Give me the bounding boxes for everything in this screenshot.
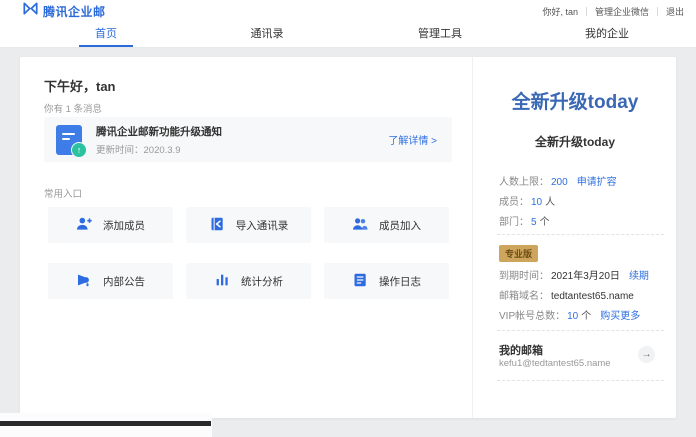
content-card: 下午好，tan 你有 1 条消息 ↑ 腾讯企业邮新功能升级通知 更新时间：202…	[20, 57, 676, 418]
member-limit-value: 200	[551, 177, 568, 188]
quick-entry-label: 成员加入	[379, 218, 421, 233]
notification-texts: 腾讯企业邮新功能升级通知 更新时间：2020.3.9	[96, 124, 222, 156]
member-count-unit: 人	[545, 197, 555, 208]
app-title: 腾讯企业邮	[43, 3, 106, 20]
add-member-button[interactable]: 添加成员	[48, 207, 173, 243]
quick-entry-label: 统计分析	[241, 274, 283, 289]
expire-row: 到期时间：2021年3月20日续期	[499, 267, 649, 282]
department-count-value: 5	[531, 217, 537, 228]
quick-entry-label: 操作日志	[379, 274, 421, 289]
company-sidebar: 全新升级today 全新升级today 人数上限：200申请扩容 成员：10人 …	[472, 57, 676, 418]
app-logo[interactable]: 腾讯企业邮	[23, 0, 106, 22]
import-contacts-icon	[209, 216, 225, 235]
divider	[497, 330, 664, 331]
tab-home[interactable]: 首页	[95, 22, 117, 47]
main-nav: 首页 通讯录 管理工具 我的企业	[0, 22, 696, 48]
quick-entry-label: 导入通讯录	[236, 218, 289, 233]
quick-entry-label: 添加成员	[103, 218, 145, 233]
divider	[497, 234, 664, 235]
upgrade-banner[interactable]: 全新升级today	[473, 87, 677, 114]
vip-count-row: VIP帐号总数：10个购买更多	[499, 307, 640, 322]
notification-title: 腾讯企业邮新功能升级通知	[96, 124, 222, 139]
user-greeting: 你好, tan	[542, 5, 578, 18]
go-to-mailbox-button[interactable]: →	[638, 346, 655, 363]
page: 腾讯企业邮 你好, tan 管理企业微信 退出 首页 通讯录 管理工具 我的企业…	[0, 0, 696, 437]
operation-log-icon	[352, 272, 368, 291]
upgrade-notice-icon: ↑	[56, 125, 82, 155]
internal-announcement-button[interactable]: 内部公告	[48, 263, 173, 299]
vip-count-unit: 个	[581, 311, 591, 322]
domain-value: tedtantest65.name	[551, 291, 634, 302]
expire-date: 2021年3月20日	[551, 271, 620, 282]
tab-admin-tools[interactable]: 管理工具	[418, 22, 462, 47]
manage-wechat-link[interactable]: 管理企业微信	[595, 5, 649, 18]
buy-more-link[interactable]: 购买更多	[600, 311, 640, 322]
announcement-icon	[76, 272, 92, 291]
renew-link[interactable]: 续期	[629, 271, 649, 282]
member-count-label: 成员：	[499, 197, 529, 208]
stats-chart-icon	[214, 272, 230, 291]
import-contacts-button[interactable]: 导入通讯录	[186, 207, 311, 243]
notification-card[interactable]: ↑ 腾讯企业邮新功能升级通知 更新时间：2020.3.9 了解详情 >	[44, 117, 452, 162]
arrow-up-icon: ↑	[71, 142, 87, 158]
quick-entry-title: 常用入口	[44, 186, 82, 200]
operation-log-button[interactable]: 操作日志	[324, 263, 449, 299]
member-count-value: 10	[531, 197, 542, 208]
plan-badge: 专业版	[499, 245, 538, 262]
top-links: 你好, tan 管理企业微信 退出	[542, 0, 684, 22]
main-section: 下午好，tan 你有 1 条消息 ↑ 腾讯企业邮新功能升级通知 更新时间：202…	[20, 57, 472, 418]
vip-count-value: 10	[567, 311, 578, 322]
my-mailbox-address: kefu1@tedtantest65.name	[499, 358, 611, 369]
member-join-button[interactable]: 成员加入	[324, 207, 449, 243]
learn-more-link[interactable]: 了解详情 >	[388, 132, 437, 147]
statistics-button[interactable]: 统计分析	[186, 263, 311, 299]
department-count-unit: 个	[540, 217, 550, 228]
page-greeting: 下午好，tan	[44, 76, 116, 95]
members-join-icon	[352, 216, 368, 235]
background-window-bar	[0, 421, 211, 426]
department-count-row: 部门：5个	[499, 213, 550, 228]
domain-label: 邮箱域名：	[499, 291, 549, 302]
notification-updated: 更新时间：2020.3.9	[96, 142, 222, 156]
divider	[497, 380, 664, 381]
exmail-logo-icon	[23, 2, 38, 20]
member-limit-label: 人数上限：	[499, 177, 549, 188]
upgrade-banner-subtitle: 全新升级today	[473, 133, 677, 150]
divider	[657, 7, 658, 16]
member-count-row: 成员：10人	[499, 193, 555, 208]
tab-contacts[interactable]: 通讯录	[251, 22, 284, 47]
top-bar: 腾讯企业邮 你好, tan 管理企业微信 退出	[0, 0, 696, 22]
expand-capacity-link[interactable]: 申请扩容	[577, 177, 617, 188]
expire-label: 到期时间：	[499, 271, 549, 282]
member-limit-row: 人数上限：200 申请扩容	[499, 173, 617, 188]
message-count: 你有 1 条消息	[44, 101, 102, 115]
vip-count-label: VIP帐号总数：	[499, 311, 565, 322]
domain-row: 邮箱域名：tedtantest65.name	[499, 287, 634, 302]
tab-my-company[interactable]: 我的企业	[585, 22, 629, 47]
department-count-label: 部门：	[499, 217, 529, 228]
person-add-icon	[76, 216, 92, 235]
logout-link[interactable]: 退出	[666, 5, 684, 18]
my-mailbox-title: 我的邮箱	[499, 342, 543, 358]
quick-entry-label: 内部公告	[103, 274, 145, 289]
divider	[586, 7, 587, 16]
